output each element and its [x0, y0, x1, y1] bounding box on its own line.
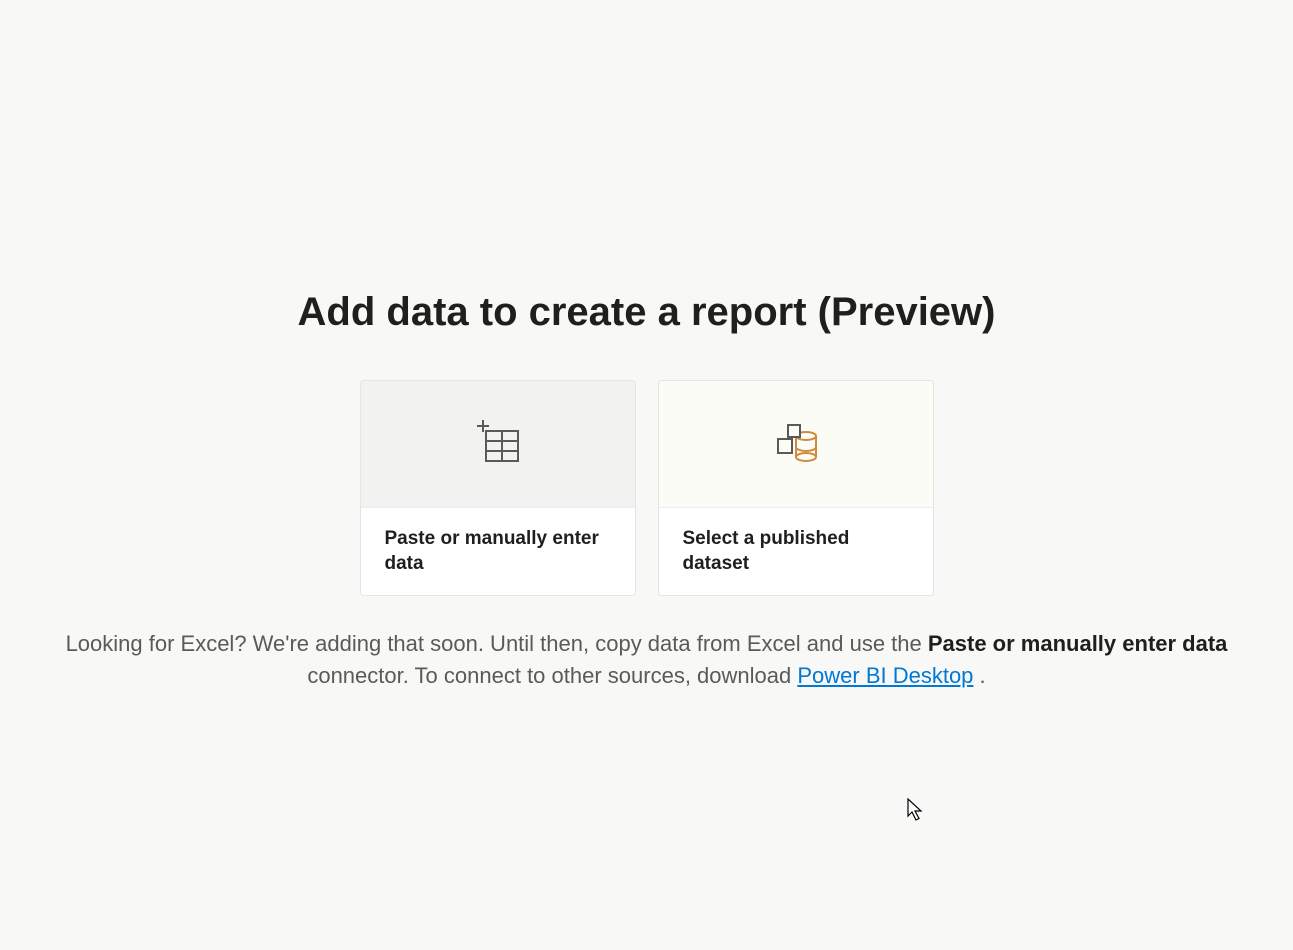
page-heading: Add data to create a report (Preview)	[298, 290, 996, 335]
help-text-part3: .	[980, 663, 986, 688]
add-data-container: Add data to create a report (Preview) Pa…	[0, 0, 1293, 692]
help-text-part2: connector. To connect to other sources, …	[307, 663, 797, 688]
paste-card-label: Paste or manually enter data	[385, 526, 611, 577]
help-text-part1: Looking for Excel? We're adding that soo…	[66, 631, 928, 656]
select-dataset-card[interactable]: Select a published dataset	[658, 380, 934, 596]
card-row: Paste or manually enter data	[360, 380, 934, 596]
dataset-card-label: Select a published dataset	[683, 526, 909, 577]
table-plus-icon	[474, 417, 522, 470]
cursor-icon	[907, 798, 925, 827]
power-bi-desktop-link[interactable]: Power BI Desktop	[797, 663, 973, 688]
help-text: Looking for Excel? We're adding that soo…	[27, 628, 1267, 692]
paste-enter-data-card[interactable]: Paste or manually enter data	[360, 380, 636, 596]
dataset-card-icon-area	[659, 381, 933, 507]
paste-card-icon-area	[361, 381, 635, 507]
dataset-icon	[770, 415, 822, 472]
help-text-bold: Paste or manually enter data	[928, 631, 1228, 656]
